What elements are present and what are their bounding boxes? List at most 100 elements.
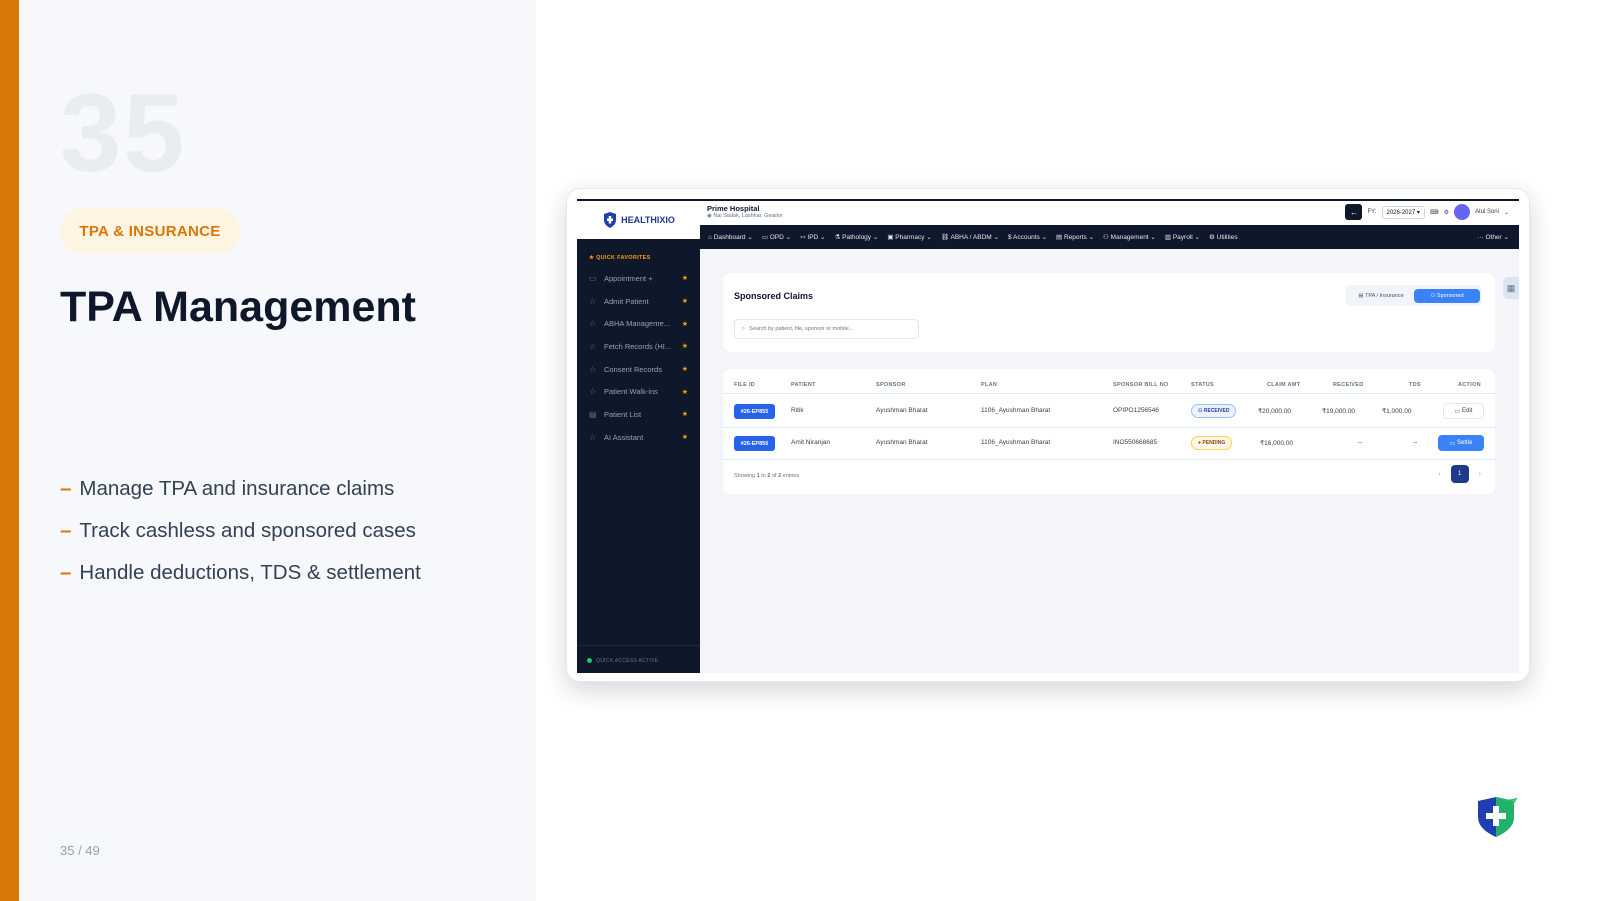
page-button[interactable]: 1 [1450,465,1469,483]
avatar[interactable] [1453,204,1470,220]
search-box: ⌕ [734,319,919,339]
shield-icon [604,212,617,228]
arrow-left-icon: ← [1349,207,1358,217]
menu-accounts[interactable]: $ Accounts ⌄ [1008,233,1047,241]
col-patient: PATIENT [791,382,816,388]
favorite-star-icon[interactable]: ★ [682,433,688,441]
category-tag: TPA & INSURANCE [60,208,240,254]
gear-icon[interactable]: ⚙ [1444,209,1449,216]
table-row: #26-EP856 Amit Niranjan Ayushman Bharat … [723,428,1495,460]
hospital-name: Prime Hospital [707,204,760,213]
sidebar-item-consent-records[interactable]: ☆ Consent Records ★ [577,358,700,381]
bullet-list: – Manage TPA and insurance claims – Track … [60,468,421,594]
fy-select[interactable]: 2026-2027 ▾ [1381,205,1425,219]
favorite-star-icon[interactable]: ★ [682,342,688,350]
hospital-location: ◉ Nai Sadak, Lashkar, Gwalior [707,213,783,219]
menu-abha[interactable]: ⛓ ABHA / ABDM ⌄ [941,233,999,241]
page-counter: 35 / 49 [60,843,100,858]
app-logo: HEALTHIXIO [577,201,700,239]
plan-cell: 1106_Ayushman Bharat [981,439,1051,446]
file-id-badge[interactable]: #26-EP856 [734,436,775,451]
menu-utilities[interactable]: ⚙ Utilities [1209,233,1238,241]
search-icon: ⌕ [742,325,746,332]
sidebar-item-admit-patient[interactable]: ☆ Admit Patient ★ [577,290,700,313]
sidebar-item-patient-list[interactable]: ▤ Patient List ★ [577,403,700,426]
top-bar-actions: ← FY: 2026-2027 ▾ ⌨ ⚙ Atul Soni ⌄ [1345,204,1509,220]
entries-summary: Showing 1 to 2 of 2 entries [734,473,800,479]
col-sponsor: SPONSOR [876,382,906,388]
search-input[interactable] [749,326,910,332]
sidebar-item-ai-assistant[interactable]: ☆ AI Assistant ★ [577,426,700,449]
grid-icon[interactable]: ▦ [1503,277,1519,299]
menu-dashboard[interactable]: ⌂ Dashboard ⌄ [708,233,753,241]
edit-icon: ▭ [1454,408,1461,415]
tds-cell: -- [1413,439,1418,446]
chevron-left-icon[interactable]: ‹ [1438,471,1440,478]
menu-pharmacy[interactable]: ▣ Pharmacy ⌄ [887,233,931,241]
star-icon: ☆ [589,319,597,329]
menu-reports[interactable]: ▤ Reports ⌄ [1056,233,1094,241]
menu-ipd[interactable]: ⇿ IPD ⌄ [800,233,825,241]
sidebar-section-title: ★ QUICK FAVORITES [589,255,651,261]
menu-payroll[interactable]: ▥ Payroll ⌄ [1165,233,1200,241]
claim-amt-cell: ₹20,000.00 [1258,408,1292,415]
claims-header-card: Sponsored Claims ▤ TPA / Insurance ⚇ Spo… [723,273,1495,352]
favorite-star-icon[interactable]: ★ [682,297,688,305]
sidebar-item-patient-walkins[interactable]: ☆ Patient Walk-ins ★ [577,380,700,403]
bullet-item: – Track cashless and sponsored cases [60,519,416,542]
edit-button[interactable]: ▭ Edit [1443,403,1484,419]
col-received: RECEIVED [1333,382,1364,388]
bullet-item: – Handle deductions, TDS & settlement [60,561,421,584]
col-plan: PLAN [981,382,998,388]
slide-text-panel: 35 TPA & INSURANCE TPA Management – Manag… [19,0,536,901]
col-sponsor-bill-no: SPONSOR BILL NO [1113,382,1169,388]
tab-tpa-insurance[interactable]: ▤ TPA / Insurance [1348,293,1414,299]
sponsor-cell: Ayushman Bharat [876,407,928,414]
star-icon: ☆ [589,432,597,442]
favorite-star-icon[interactable]: ★ [682,410,688,418]
settle-button[interactable]: ▭ Settle [1438,435,1484,451]
sidebar: HEALTHIXIO ★ QUICK FAVORITES ▭ Appointmen… [577,201,700,673]
menu-pathology[interactable]: ⚗ Pathology ⌄ [835,233,879,241]
pending-dot-icon: ● [1198,440,1202,446]
favorite-star-icon[interactable]: ★ [682,274,688,282]
sidebar-item-abha[interactable]: ☆ ABHA Manageme... ★ [577,312,700,335]
claims-title: Sponsored Claims [734,291,814,301]
favorite-star-icon[interactable]: ★ [682,320,688,328]
bullet-item: – Manage TPA and insurance claims [60,477,395,500]
slide-title: TPA Management [60,283,416,331]
menu-other[interactable]: ··· Other ⌄ [1477,233,1509,241]
hospital-info: Prime Hospital ◉ Nai Sadak, Lashkar, Gwa… [707,204,783,219]
tds-cell: ₹1,000.00 [1382,408,1412,415]
main-menu: ⌂ Dashboard ⌄ ▭ OPD ⌄ ⇿ IPD ⌄ ⚗ Patholog… [700,225,1519,249]
shield-logo-icon [1478,797,1518,837]
patient-cell: Ritik [791,407,804,414]
col-claim-amt: CLAIM AMT [1267,382,1301,388]
top-bar: Prime Hospital ◉ Nai Sadak, Lashkar, Gwa… [700,201,1519,225]
sidebar-item-fetch-records[interactable]: ☆ Fetch Records (HI... ★ [577,335,700,358]
calendar-icon: ▭ [589,273,597,283]
star-icon: ☆ [589,364,597,374]
table-header: FILE ID PATIENT SPONSOR PLAN SPONSOR BIL… [723,378,1495,394]
pagination: ‹ 1 › [1438,465,1481,483]
col-action: ACTION [1458,382,1481,388]
menu-opd[interactable]: ▭ OPD ⌄ [762,233,791,241]
chevron-right-icon[interactable]: › [1479,471,1481,478]
chevron-down-icon[interactable]: ⌄ [1504,209,1509,216]
favorite-star-icon[interactable]: ★ [682,365,688,373]
status-badge: ⚇ RECEIVED [1191,404,1237,418]
file-id-badge[interactable]: #26-EP855 [734,404,775,419]
user-icon: ⚇ [1198,408,1203,414]
patient-cell: Amit Niranjan [791,439,831,446]
back-button[interactable]: ← [1345,204,1363,220]
star-icon: ☆ [589,296,597,306]
document-icon: ▤ [589,409,597,419]
keyboard-icon[interactable]: ⌨ [1430,209,1439,216]
plan-cell: 1106_Ayushman Bharat [981,407,1051,414]
tab-sponsored[interactable]: ⚇ Sponsored [1414,288,1480,303]
sidebar-item-appointment[interactable]: ▭ Appointment + ★ [577,267,700,290]
menu-management[interactable]: ⚇ Management ⌄ [1103,233,1156,241]
claims-table-card: FILE ID PATIENT SPONSOR PLAN SPONSOR BIL… [723,369,1495,494]
user-name[interactable]: Atul Soni [1475,209,1499,215]
favorite-star-icon[interactable]: ★ [682,388,688,396]
